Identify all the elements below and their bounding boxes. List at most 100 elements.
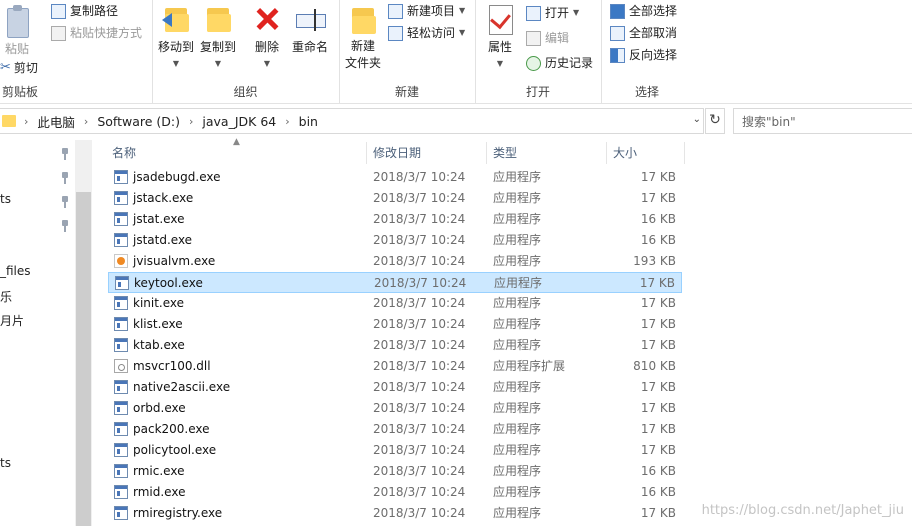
file-list: ▲ 名称 修改日期 类型 大小 jsadebugd.exe 2018/3/7 10… bbox=[104, 137, 912, 526]
properties-button[interactable]: 属性 ▼ bbox=[483, 4, 517, 69]
nav-item[interactable]: _files bbox=[0, 264, 31, 278]
file-row[interactable]: jvisualvm.exe 2018/3/7 10:24 应用程序 193 KB bbox=[108, 251, 682, 272]
breadcrumb-separator-icon: › bbox=[189, 114, 194, 128]
file-size: 17 KB bbox=[640, 317, 676, 331]
breadcrumb-separator-icon: › bbox=[285, 114, 290, 128]
file-row[interactable]: native2ascii.exe 2018/3/7 10:24 应用程序 17 KB bbox=[108, 377, 682, 398]
file-row[interactable]: rmic.exe 2018/3/7 10:24 应用程序 16 KB bbox=[108, 461, 682, 482]
file-row[interactable]: keytool.exe 2018/3/7 10:24 应用程序 17 KB bbox=[108, 272, 682, 293]
file-size: 17 KB bbox=[639, 276, 675, 290]
jvisualvm-icon bbox=[114, 254, 128, 268]
organize-group-label: 组织 bbox=[233, 85, 258, 99]
chevron-down-icon[interactable]: ⌄ bbox=[693, 114, 701, 125]
search-input[interactable]: 搜索"bin" bbox=[733, 108, 912, 134]
open-button[interactable]: 打开 ▼ bbox=[525, 3, 579, 23]
file-name: orbd.exe bbox=[133, 401, 186, 415]
breadcrumb-drive[interactable]: Software (D:) bbox=[97, 114, 180, 129]
new-folder-button[interactable]: 新建 文件夹 bbox=[343, 4, 383, 72]
edit-button[interactable]: 编辑 bbox=[525, 28, 569, 48]
file-name: ktab.exe bbox=[133, 338, 185, 352]
file-modified-date: 2018/3/7 10:24 bbox=[373, 422, 466, 436]
easy-access-button[interactable]: 轻松访问 ▼ bbox=[387, 23, 465, 43]
file-row[interactable]: rmid.exe 2018/3/7 10:24 应用程序 16 KB bbox=[108, 482, 682, 503]
nav-item[interactable]: 月片 bbox=[0, 312, 24, 329]
file-row[interactable]: jstatd.exe 2018/3/7 10:24 应用程序 16 KB bbox=[108, 230, 682, 251]
file-row[interactable]: jstack.exe 2018/3/7 10:24 应用程序 17 KB bbox=[108, 188, 682, 209]
file-row[interactable]: pack200.exe 2018/3/7 10:24 应用程序 17 KB bbox=[108, 419, 682, 440]
select-all-button[interactable]: 全部选择 bbox=[609, 1, 677, 21]
rename-button[interactable]: 重命名 bbox=[290, 4, 330, 55]
file-type: 应用程序 bbox=[493, 317, 542, 331]
nav-scrollbar-thumb[interactable] bbox=[76, 192, 91, 526]
exe-icon bbox=[114, 464, 128, 478]
properties-label: 属性 bbox=[487, 40, 512, 54]
exe-icon bbox=[114, 485, 128, 499]
nav-item[interactable]: ts bbox=[0, 456, 11, 470]
breadcrumb-this-pc[interactable]: 此电脑 bbox=[37, 112, 75, 131]
column-divider[interactable] bbox=[606, 142, 607, 164]
select-all-icon bbox=[609, 3, 625, 19]
edit-label: 编辑 bbox=[545, 31, 570, 45]
clipboard-icon bbox=[3, 4, 31, 38]
move-to-button[interactable]: 移动到 ▼ bbox=[156, 4, 196, 69]
file-size: 17 KB bbox=[640, 443, 676, 457]
column-divider[interactable] bbox=[684, 142, 685, 164]
refresh-icon: ↻ bbox=[709, 112, 721, 128]
column-header-size[interactable]: 大小 bbox=[613, 140, 637, 166]
open-group: 属性 ▼ 打开 ▼ 编辑 历史记录 打开 bbox=[475, 0, 602, 103]
column-header-type[interactable]: 类型 bbox=[493, 140, 517, 166]
file-name: rmid.exe bbox=[133, 485, 186, 499]
breadcrumb-bin[interactable]: bin bbox=[299, 114, 318, 129]
refresh-button[interactable]: ↻ bbox=[705, 108, 725, 134]
select-all-label: 全部选择 bbox=[629, 4, 678, 18]
column-divider[interactable] bbox=[486, 142, 487, 164]
pin-icon[interactable] bbox=[60, 148, 70, 160]
file-row[interactable]: klist.exe 2018/3/7 10:24 应用程序 17 KB bbox=[108, 314, 682, 335]
file-name: jstat.exe bbox=[133, 212, 185, 226]
column-header-date[interactable]: 修改日期 bbox=[373, 140, 421, 166]
dll-icon bbox=[114, 359, 128, 373]
file-row[interactable]: ktab.exe 2018/3/7 10:24 应用程序 17 KB bbox=[108, 335, 682, 356]
copy-path-button[interactable]: 复制路径 bbox=[50, 1, 118, 21]
file-size: 16 KB bbox=[640, 233, 676, 247]
nav-item[interactable]: 乐 bbox=[0, 288, 12, 305]
file-modified-date: 2018/3/7 10:24 bbox=[373, 170, 466, 184]
file-type: 应用程序 bbox=[494, 276, 543, 290]
delete-button[interactable]: 删除 ▼ bbox=[250, 4, 284, 69]
file-row[interactable]: policytool.exe 2018/3/7 10:24 应用程序 17 KB bbox=[108, 440, 682, 461]
invert-selection-button[interactable]: 反向选择 bbox=[609, 45, 677, 65]
address-bar[interactable]: › 此电脑 › Software (D:) › java_JDK 64 › bi… bbox=[0, 108, 704, 134]
file-modified-date: 2018/3/7 10:24 bbox=[373, 212, 466, 226]
pin-icon[interactable] bbox=[60, 196, 70, 208]
file-row[interactable]: jstat.exe 2018/3/7 10:24 应用程序 16 KB bbox=[108, 209, 682, 230]
breadcrumb-separator-icon: › bbox=[83, 114, 89, 128]
organize-group: 移动到 ▼ 复制到 ▼ 删除 ▼ 重命名 组织 bbox=[152, 0, 340, 103]
paste-button[interactable]: 粘贴 bbox=[2, 4, 32, 57]
breadcrumb-jdk[interactable]: java_JDK 64 bbox=[202, 114, 276, 129]
column-header-name[interactable]: 名称 bbox=[112, 140, 136, 166]
new-item-button[interactable]: 新建项目 ▼ bbox=[387, 1, 465, 21]
exe-icon bbox=[114, 317, 128, 331]
select-group-label: 选择 bbox=[634, 85, 659, 99]
new-item-label: 新建项目 bbox=[407, 4, 456, 18]
file-row[interactable]: kinit.exe 2018/3/7 10:24 应用程序 17 KB bbox=[108, 293, 682, 314]
file-modified-date: 2018/3/7 10:24 bbox=[373, 401, 466, 415]
paste-shortcut-button[interactable]: 粘贴快捷方式 bbox=[50, 23, 142, 43]
file-row[interactable]: rmiregistry.exe 2018/3/7 10:24 应用程序 17 KB bbox=[108, 503, 682, 524]
nav-item[interactable]: ts bbox=[0, 192, 11, 206]
select-none-button[interactable]: 全部取消 bbox=[609, 23, 677, 43]
search-placeholder: 搜索"bin" bbox=[742, 115, 796, 129]
copy-to-icon bbox=[204, 4, 232, 34]
pin-icon[interactable] bbox=[60, 172, 70, 184]
column-divider[interactable] bbox=[366, 142, 367, 164]
file-row[interactable]: msvcr100.dll 2018/3/7 10:24 应用程序扩展 810 KB bbox=[108, 356, 682, 377]
file-size: 16 KB bbox=[640, 464, 676, 478]
file-row[interactable]: orbd.exe 2018/3/7 10:24 应用程序 17 KB bbox=[108, 398, 682, 419]
paste-shortcut-icon bbox=[50, 25, 66, 41]
cut-button[interactable]: ✂ 剪切 bbox=[0, 58, 38, 78]
copy-to-button[interactable]: 复制到 ▼ bbox=[198, 4, 238, 69]
pin-icon[interactable] bbox=[60, 220, 70, 232]
file-name: rmic.exe bbox=[133, 464, 185, 478]
file-row[interactable]: jsadebugd.exe 2018/3/7 10:24 应用程序 17 KB bbox=[108, 167, 682, 188]
history-button[interactable]: 历史记录 bbox=[525, 53, 593, 73]
